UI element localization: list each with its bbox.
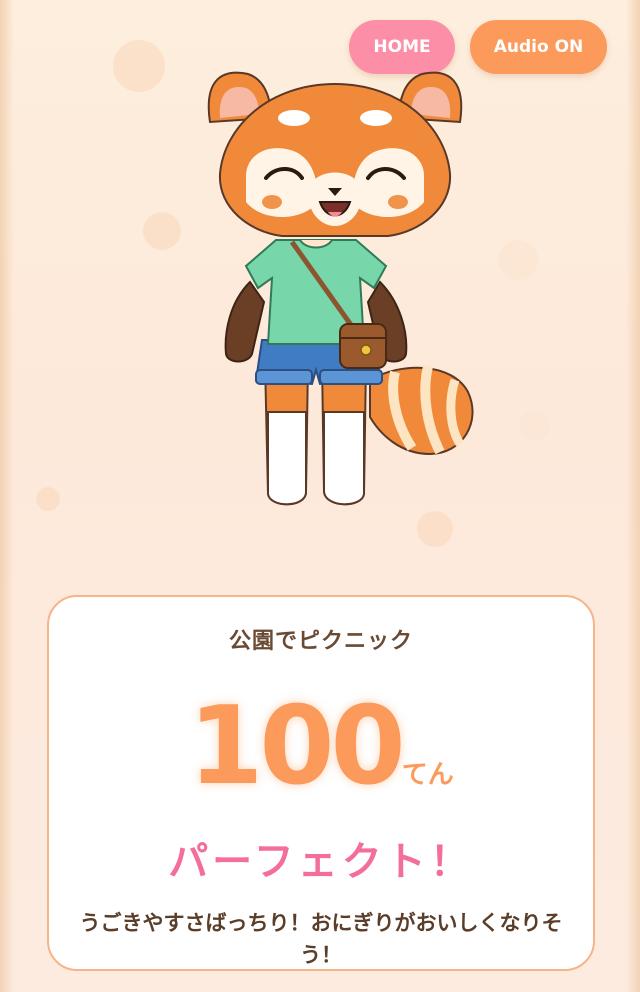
score-unit: てん [401, 760, 454, 790]
left-edge-shade [0, 0, 14, 992]
background-bubble [143, 212, 181, 250]
crossbody-bag [339, 323, 387, 369]
result-card: 公園でピクニック 100てん パーフェクト！ うごきやすさばっちり！おにぎりがお… [47, 595, 595, 971]
result-comment: うごきやすさばっちり！おにぎりがおいしくなりそう！ [79, 911, 563, 967]
tail [369, 364, 474, 456]
background-bubble [36, 487, 60, 511]
score-display: 100てん [49, 693, 593, 801]
rating-label: パーフェクト！ [168, 839, 474, 885]
scenario-title: 公園でピクニック [228, 629, 413, 654]
audio-toggle-button[interactable]: Audio ON [470, 20, 607, 74]
right-edge-shade [626, 0, 640, 992]
background-bubble [113, 40, 165, 92]
background-bubble [520, 410, 550, 440]
score-value: 100 [188, 684, 405, 809]
red-panda-character-icon [207, 71, 474, 506]
background-bubble [498, 240, 538, 280]
